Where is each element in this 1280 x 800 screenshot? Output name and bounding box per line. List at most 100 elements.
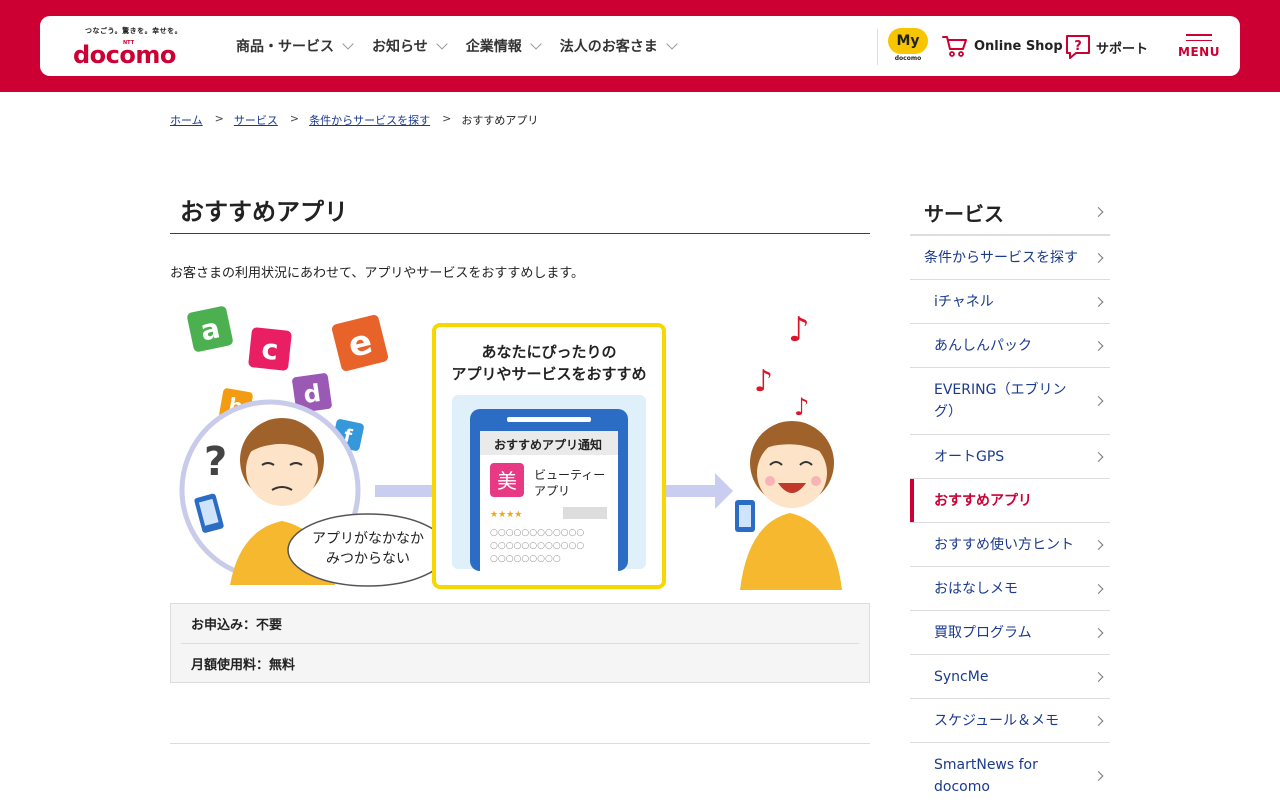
chevron-right-icon <box>1093 671 1104 682</box>
section-divider <box>170 743 870 744</box>
my-docomo-sub: docomo <box>894 55 922 62</box>
svg-text:おすすめアプリ通知: おすすめアプリ通知 <box>494 437 602 452</box>
sidenav-item-search-by-condition[interactable]: 条件からサービスを探す <box>910 236 1110 280</box>
sidenav-item-label: あんしんパック <box>934 337 1032 354</box>
svg-text:♪: ♪ <box>794 393 809 421</box>
my-badge: My <box>888 28 928 54</box>
sidenav-heading-label: サービス <box>924 201 1004 226</box>
sidenav-heading-services[interactable]: サービス <box>910 190 1110 236</box>
speech-bubble: アプリがなかなか みつからない <box>287 513 449 587</box>
online-shop-link[interactable]: Online Shop <box>942 34 1063 58</box>
breadcrumb-link-services[interactable]: サービス <box>234 112 278 128</box>
sidenav-item-schedule-memo[interactable]: スケジュール＆メモ <box>910 699 1110 743</box>
sidenav-item-smartnews[interactable]: SmartNews for docomo <box>910 743 1110 800</box>
svg-text:★★★★: ★★★★ <box>490 510 522 520</box>
music-notes: ♪ ♪ ♪ <box>754 310 810 421</box>
nav-label: お知らせ <box>372 39 428 55</box>
sidenav-item-label: 買取プログラム <box>934 624 1032 641</box>
chevron-right-icon <box>1093 627 1104 638</box>
lead-text: お客さまの利用状況にあわせて、アプリやサービスをおすすめします。 <box>170 266 585 281</box>
chevron-down-icon <box>666 37 678 50</box>
sidenav-item-label: iチャネル <box>934 293 994 310</box>
sidenav-item-label: おすすめアプリ <box>934 492 1032 509</box>
global-nav: 商品・サービス お知らせ 企業情報 法人のお客さま <box>236 16 696 76</box>
breadcrumb-link-search[interactable]: 条件からサービスを探す <box>309 112 430 128</box>
svg-text:アプリやサービスをおすすめ: アプリやサービスをおすすめ <box>451 365 646 383</box>
breadcrumb-link-home[interactable]: ホーム <box>170 112 203 128</box>
side-nav: サービス 条件からサービスを探す iチャネル あんしんパック EVERING（エ… <box>910 190 1110 800</box>
nav-label: 商品・サービス <box>236 39 334 55</box>
sidenav-item-label: スケジュール＆メモ <box>934 712 1060 729</box>
chevron-down-icon <box>530 37 542 50</box>
nav-news[interactable]: お知らせ <box>372 36 448 56</box>
sidenav-item-label: SyncMe <box>934 668 989 685</box>
sidenav-item-label: オートGPS <box>934 448 1005 465</box>
online-shop-label: Online Shop <box>974 38 1063 54</box>
docomo-logo[interactable]: つなごう。驚きを。幸せを。 NTT docomo <box>73 26 203 69</box>
svg-text:○○○○○○○○○○○○: ○○○○○○○○○○○○ <box>490 541 584 551</box>
nav-products-services[interactable]: 商品・サービス <box>236 36 354 56</box>
sidenav-item-ichannel[interactable]: iチャネル <box>910 280 1110 324</box>
svg-text:c: c <box>260 332 280 367</box>
nav-business[interactable]: 法人のお客さま <box>559 36 678 56</box>
chevron-right-icon <box>1093 583 1104 594</box>
svg-text:○○○○○○○○○○○○: ○○○○○○○○○○○○ <box>490 528 584 538</box>
svg-text:みつからない: みつからない <box>326 551 410 567</box>
svg-text:○○○○○○○○○: ○○○○○○○○○ <box>490 554 561 564</box>
sidenav-item-label: SmartNews for docomo <box>934 757 1038 795</box>
nav-label: 企業情報 <box>465 39 522 55</box>
hamburger-icon <box>1178 34 1220 41</box>
info-monthly-fee: 月額使用料：無料 <box>181 643 859 682</box>
menu-label: MENU <box>1178 45 1220 59</box>
sidenav-item-evering[interactable]: EVERING（エブリング） <box>910 368 1110 435</box>
breadcrumb: ホーム > サービス > 条件からサービスを探す > おすすめアプリ <box>170 112 538 128</box>
logo-wordmark: docomo <box>73 41 176 69</box>
menu-button[interactable]: MENU <box>1178 34 1220 64</box>
sidenav-item-recommended-apps[interactable]: おすすめアプリ <box>910 479 1110 523</box>
page-title: おすすめアプリ <box>170 180 870 234</box>
chevron-down-icon <box>436 37 448 50</box>
header-divider <box>877 29 878 65</box>
sidenav-item-syncme[interactable]: SyncMe <box>910 655 1110 699</box>
app-recommendation-illustration: a c e b d f ? アプリがなかなか みつからない あなたにぴったりの … <box>179 306 842 590</box>
support-label: サポート <box>1096 41 1149 57</box>
chevron-right-icon <box>1093 451 1104 462</box>
info-application: お申込み：不要 <box>191 618 283 633</box>
svg-text:美: 美 <box>497 469 517 493</box>
my-docomo-button[interactable]: My docomo <box>888 28 928 66</box>
svg-text:♪: ♪ <box>754 364 773 399</box>
nav-label: 法人のお客さま <box>559 39 658 55</box>
svg-text:?: ? <box>1074 39 1082 54</box>
svg-text:アプリがなかなか: アプリがなかなか <box>312 531 424 547</box>
chevron-right-icon <box>1093 539 1104 550</box>
svg-text:アプリ: アプリ <box>534 484 570 498</box>
chevron-right-icon <box>1093 771 1104 781</box>
service-info-box: お申込み：不要 月額使用料：無料 <box>170 603 870 683</box>
sidenav-item-anshin-pack[interactable]: あんしんパック <box>910 324 1110 368</box>
sidenav-item-ohanashi-memo[interactable]: おはなしメモ <box>910 567 1110 611</box>
svg-text:あなたにぴったりの: あなたにぴったりの <box>481 343 616 361</box>
sidenav-item-label: おはなしメモ <box>934 580 1018 597</box>
breadcrumb-separator: > <box>442 112 452 125</box>
chevron-right-icon <box>1093 715 1104 726</box>
sidenav-item-label: EVERING（エブリング） <box>934 382 1067 420</box>
chevron-down-icon <box>342 37 354 50</box>
site-header: つなごう。驚きを。幸せを。 NTT docomo 商品・サービス お知らせ 企業… <box>40 16 1240 76</box>
sidenav-item-label: おすすめ使い方ヒント <box>934 536 1074 553</box>
nav-corporate-info[interactable]: 企業情報 <box>465 36 542 56</box>
sidenav-item-buyback-program[interactable]: 買取プログラム <box>910 611 1110 655</box>
chevron-right-icon <box>1093 207 1104 217</box>
chevron-right-icon <box>1093 252 1104 263</box>
logo-tagline: つなごう。驚きを。幸せを。 <box>85 27 183 35</box>
breadcrumb-separator: > <box>214 112 224 125</box>
cart-icon <box>942 36 967 57</box>
svg-text:ビューティー: ビューティー <box>534 468 605 482</box>
support-link[interactable]: ? サポート <box>1064 34 1148 60</box>
main-content: おすすめアプリ お客さまの利用状況にあわせて、アプリやサービスをおすすめします。… <box>170 180 870 744</box>
breadcrumb-current: おすすめアプリ <box>461 114 539 127</box>
breadcrumb-separator: > <box>289 112 300 125</box>
sidenav-item-usage-hints[interactable]: おすすめ使い方ヒント <box>910 523 1110 567</box>
help-bubble-icon: ? <box>1066 35 1090 59</box>
chevron-right-icon <box>1093 296 1104 307</box>
sidenav-item-auto-gps[interactable]: オートGPS <box>910 435 1110 479</box>
